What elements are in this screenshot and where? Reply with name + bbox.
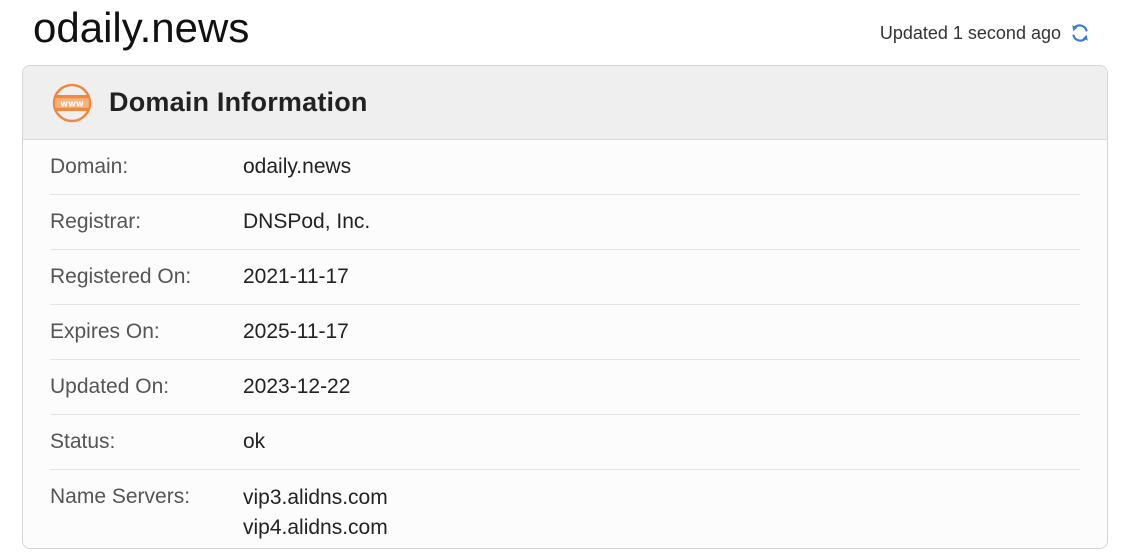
www-globe-icon: www [51, 82, 93, 124]
panel-header: www Domain Information [23, 66, 1107, 140]
domain-info-rows: Domain: odaily.news Registrar: DNSPod, I… [23, 140, 1107, 543]
row-label: Domain: [50, 155, 129, 178]
row-label: Status: [50, 430, 116, 453]
panel-title: Domain Information [109, 87, 368, 117]
info-row-name-servers: Name Servers: vip3.alidns.com vip4.alidn… [50, 470, 1080, 543]
updated-status: Updated 1 second ago [880, 22, 1091, 44]
name-server-list: vip3.alidns.com vip4.alidns.com [243, 483, 388, 543]
info-row-registrar: Registrar: DNSPod, Inc. [50, 195, 1080, 250]
row-value: DNSPod, Inc. [243, 210, 371, 233]
page-title: odaily.news [33, 4, 250, 51]
row-label: Expires On: [50, 320, 160, 343]
info-row-expires-on: Expires On: 2025-11-17 [50, 305, 1080, 360]
row-value: odaily.news [243, 155, 352, 178]
name-server-item: vip3.alidns.com [243, 486, 388, 509]
info-row-updated-on: Updated On: 2023-12-22 [50, 360, 1080, 415]
info-row-status: Status: ok [50, 415, 1080, 470]
row-value: 2023-12-22 [243, 375, 351, 398]
name-server-item: vip4.alidns.com [243, 516, 388, 539]
domain-information-panel: www Domain Information Domain: odaily.ne… [22, 65, 1108, 549]
info-row-domain: Domain: odaily.news [50, 140, 1080, 195]
row-label: Updated On: [50, 375, 170, 398]
row-value: ok [243, 430, 266, 453]
row-label: Registrar: [50, 210, 142, 233]
row-label: Registered On: [50, 265, 192, 288]
svg-text:www: www [60, 99, 84, 109]
row-value: 2025-11-17 [243, 320, 349, 343]
refresh-icon[interactable] [1069, 22, 1091, 44]
row-value: 2021-11-17 [243, 265, 349, 288]
updated-text: Updated 1 second ago [879, 22, 1061, 43]
info-row-registered-on: Registered On: 2021-11-17 [50, 250, 1080, 305]
row-label: Name Servers: [50, 485, 191, 508]
